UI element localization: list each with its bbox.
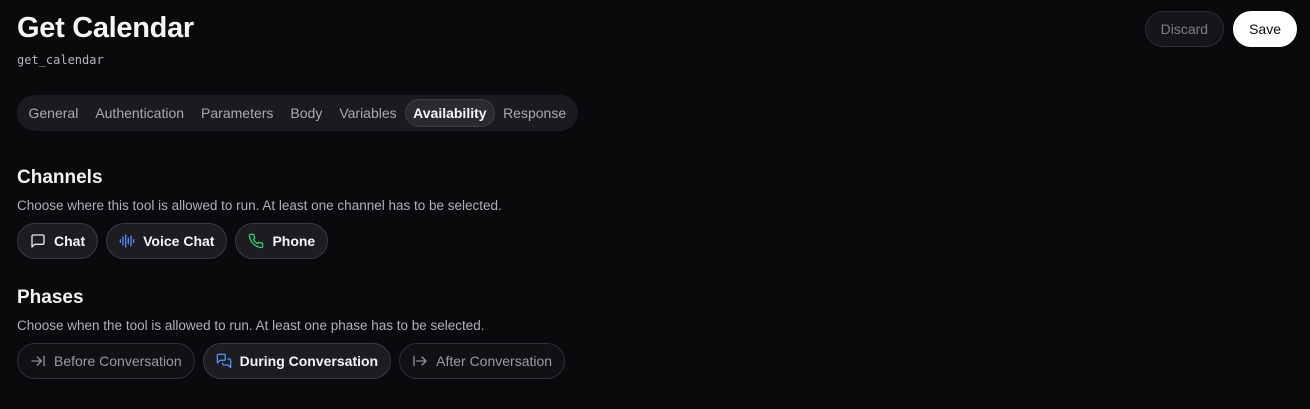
- phases-heading: Phases: [17, 287, 84, 308]
- channel-phone-label: Phone: [272, 233, 316, 249]
- channels-heading: Channels: [17, 167, 103, 188]
- arrow-right-to-line-icon: [30, 353, 46, 369]
- phases-options: Before Conversation During Conversation …: [17, 343, 566, 379]
- arrow-right-from-line-icon: [412, 353, 428, 369]
- discard-button[interactable]: Discard: [1144, 11, 1225, 47]
- channel-voice-chat-label: Voice Chat: [143, 233, 215, 249]
- phases-description: Choose when the tool is allowed to run. …: [17, 318, 485, 333]
- tab-parameters[interactable]: Parameters: [193, 99, 282, 127]
- audio-waveform-icon: [119, 233, 135, 249]
- phase-after-conversation-button[interactable]: After Conversation: [399, 343, 566, 379]
- tab-body[interactable]: Body: [282, 99, 331, 127]
- phase-before-conversation-label: Before Conversation: [54, 353, 182, 369]
- tab-variables[interactable]: Variables: [331, 99, 405, 127]
- channels-description: Choose where this tool is allowed to run…: [17, 198, 502, 213]
- tool-slug: get_calendar: [17, 53, 104, 67]
- phone-icon: [248, 233, 264, 249]
- page-title: Get Calendar: [17, 12, 194, 44]
- phase-before-conversation-button[interactable]: Before Conversation: [17, 343, 195, 379]
- tab-general[interactable]: General: [20, 99, 87, 127]
- channel-phone-button[interactable]: Phone: [235, 223, 329, 259]
- save-button[interactable]: Save: [1233, 11, 1297, 47]
- channel-chat-button[interactable]: Chat: [17, 223, 99, 259]
- phase-during-conversation-label: During Conversation: [239, 353, 379, 369]
- channels-options: Chat Voice Chat Phone: [17, 223, 329, 259]
- header-actions: Discard Save: [1144, 11, 1297, 47]
- tab-response[interactable]: Response: [495, 99, 575, 127]
- tab-availability[interactable]: Availability: [405, 99, 495, 127]
- phase-after-conversation-label: After Conversation: [436, 353, 553, 369]
- phase-during-conversation-button[interactable]: During Conversation: [202, 343, 392, 379]
- tab-authentication[interactable]: Authentication: [87, 99, 193, 127]
- tab-bar: General Authentication Parameters Body V…: [17, 95, 578, 131]
- messages-icon: [216, 353, 232, 369]
- channel-chat-label: Chat: [54, 233, 86, 249]
- message-square-icon: [30, 233, 46, 249]
- channel-voice-chat-button[interactable]: Voice Chat: [106, 223, 228, 259]
